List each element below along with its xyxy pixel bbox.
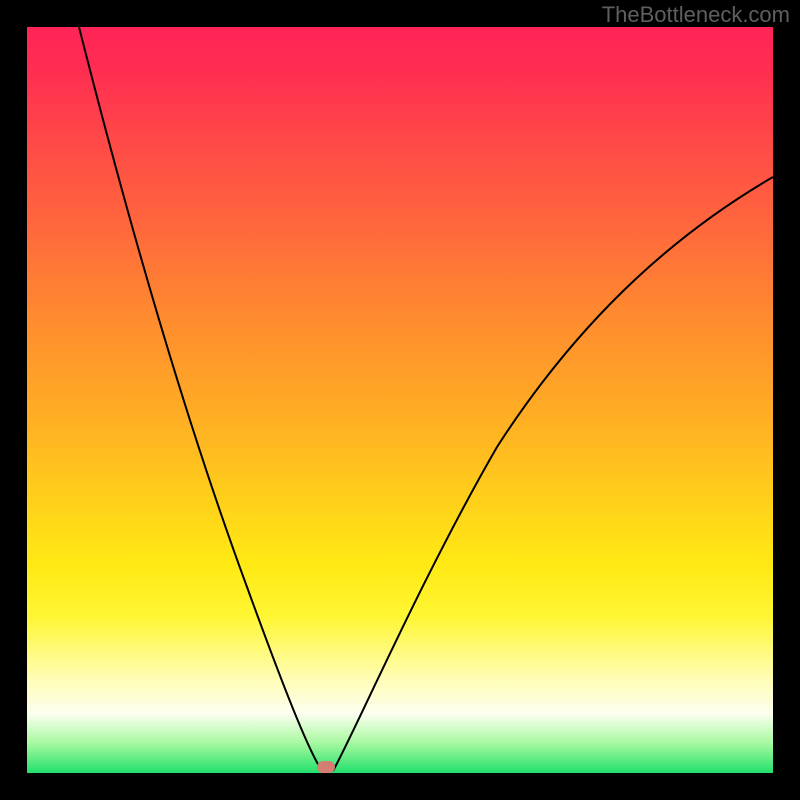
plot-area (27, 27, 773, 773)
watermark-text: TheBottleneck.com (602, 2, 790, 28)
curve-right-branch (333, 177, 773, 771)
optimum-marker (317, 761, 335, 773)
chart-frame: TheBottleneck.com (0, 0, 800, 800)
curve-left-branch (79, 27, 322, 771)
bottleneck-curve (27, 27, 773, 773)
